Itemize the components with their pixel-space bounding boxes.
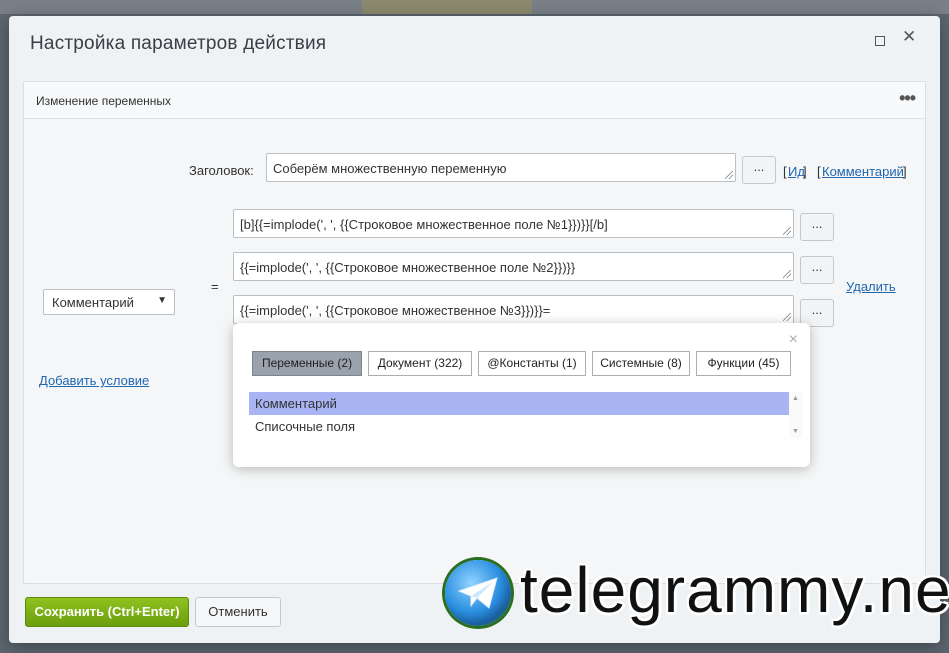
expression-value: [b]{{=implode(', ', {{Строковое множеств… [240, 217, 608, 232]
expression-input-1[interactable]: [b]{{=implode(', ', {{Строковое множеств… [233, 209, 794, 238]
scroll-up-icon[interactable]: ▲ [792, 395, 799, 402]
resize-handle-icon[interactable] [783, 227, 791, 235]
tab-document[interactable]: Документ (322) [368, 351, 472, 376]
dialog-title: Настройка параметров действия [30, 33, 327, 54]
list-scrollbar[interactable]: ▲ ▼ [789, 392, 803, 438]
cancel-button[interactable]: Отменить [195, 597, 281, 627]
variables-list: Комментарий Списочные поля ▲ ▼ [249, 392, 803, 438]
tab-system[interactable]: Системные (8) [592, 351, 690, 376]
title-insert-button[interactable]: ... [742, 156, 776, 184]
maximize-icon[interactable] [875, 36, 885, 46]
resize-handle-icon[interactable] [783, 313, 791, 321]
expression-value: {{=implode(', ', {{Строковое множественн… [240, 260, 576, 275]
comment-link[interactable]: Комментарий [822, 164, 904, 179]
list-item[interactable]: Комментарий [249, 392, 789, 415]
variable-select[interactable]: Комментарий ▼ [43, 289, 175, 315]
close-icon[interactable]: × [789, 331, 798, 349]
panel-header: Изменение переменных ••• [24, 82, 925, 119]
expression-input-2[interactable]: {{=implode(', ', {{Строковое множественн… [233, 252, 794, 281]
bracket-open: [ [783, 164, 787, 179]
expression-insert-button-1[interactable]: ... [800, 213, 834, 241]
title-input[interactable]: Соберём множественную переменную [266, 153, 736, 182]
bracket-close: ] [803, 164, 807, 179]
tab-constants[interactable]: @Константы (1) [478, 351, 586, 376]
insert-value-popup: × Переменные (2) Документ (322) @Констан… [233, 323, 810, 467]
expression-input-3[interactable]: {{=implode(', ', {{Строковое множественн… [233, 295, 794, 324]
paper-plane-icon [457, 577, 498, 609]
delete-link[interactable]: Удалить [846, 279, 896, 294]
variable-select-value: Комментарий [52, 295, 134, 310]
panel-title: Изменение переменных [36, 94, 172, 108]
list-item[interactable]: Списочные поля [249, 415, 789, 438]
close-icon[interactable]: ✕ [902, 28, 916, 45]
telegram-logo-icon [445, 560, 511, 626]
scroll-down-icon[interactable]: ▼ [792, 428, 799, 435]
title-label: Заголовок: [189, 163, 254, 178]
bracket-close: ] [903, 164, 907, 179]
equals-sign: = [211, 279, 219, 294]
more-options-icon[interactable]: ••• [899, 88, 916, 109]
background-tab [362, 0, 532, 14]
tab-functions[interactable]: Функции (45) [696, 351, 791, 376]
save-button[interactable]: Сохранить (Ctrl+Enter) [25, 597, 189, 627]
title-input-value: Соберём множественную переменную [273, 161, 507, 176]
add-condition-link[interactable]: Добавить условие [39, 373, 149, 388]
resize-handle-icon[interactable] [725, 171, 733, 179]
tab-variables[interactable]: Переменные (2) [252, 351, 362, 376]
chevron-down-icon: ▼ [157, 295, 167, 306]
resize-handle-icon[interactable] [783, 270, 791, 278]
bracket-open: [ [817, 164, 821, 179]
expression-value: {{=implode(', ', {{Строковое множественн… [240, 303, 551, 318]
watermark-text: telegrammy.net [520, 554, 949, 626]
expression-insert-button-2[interactable]: ... [800, 256, 834, 284]
